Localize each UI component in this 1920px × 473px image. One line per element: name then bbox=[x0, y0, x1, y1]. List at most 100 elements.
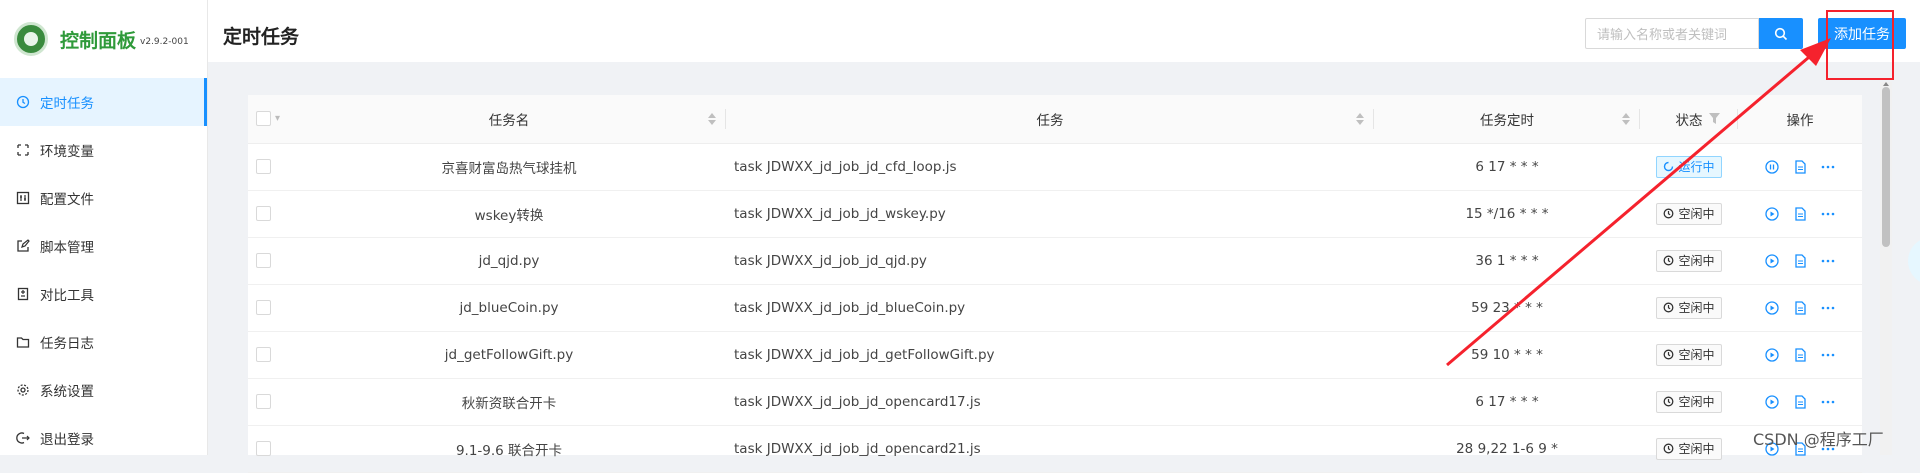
task-actions-cell bbox=[1738, 237, 1862, 285]
log-file-icon[interactable] bbox=[1792, 394, 1808, 410]
row-select-cell bbox=[248, 378, 292, 426]
task-status-cell: 运行中 bbox=[1640, 143, 1738, 191]
table-row[interactable]: jd_getFollowGift.py task JDWXX_jd_job_jd_… bbox=[248, 331, 1862, 379]
filter-icon[interactable] bbox=[1709, 113, 1720, 124]
logo: 控制面板 v2.9.2-001 bbox=[0, 0, 207, 78]
table-row[interactable]: 京喜财富岛热气球挂机 task JDWXX_jd_job_jd_cfd_loop.… bbox=[248, 143, 1862, 191]
log-file-icon[interactable] bbox=[1792, 206, 1808, 222]
clock-icon bbox=[1664, 208, 1674, 219]
task-status-cell: 空闲中 bbox=[1640, 425, 1738, 473]
log-file-icon[interactable] bbox=[1792, 159, 1808, 175]
log-file-icon[interactable] bbox=[1792, 347, 1808, 363]
table-row[interactable]: 9.1-9.6 联合开卡 task JDWXX_jd_job_jd_opencar… bbox=[248, 425, 1862, 473]
column-header-status: 状态 bbox=[1640, 95, 1738, 144]
clock-icon bbox=[16, 95, 30, 109]
search-icon bbox=[1774, 27, 1788, 40]
chevron-down-icon[interactable]: ▾ bbox=[275, 113, 280, 124]
more-icon[interactable] bbox=[1820, 206, 1836, 222]
stop-icon[interactable] bbox=[1764, 159, 1780, 175]
clock-icon bbox=[1664, 349, 1674, 360]
column-label: 任务名 bbox=[488, 112, 530, 129]
task-command: task JDWXX_jd_job_jd_qjd.py bbox=[726, 237, 1374, 285]
run-icon[interactable] bbox=[1764, 347, 1780, 363]
sidebar-item-label: 系统设置 bbox=[40, 384, 94, 400]
status-badge: 运行中 bbox=[1656, 155, 1722, 178]
status-badge: 空闲中 bbox=[1656, 296, 1722, 319]
more-icon[interactable] bbox=[1820, 159, 1836, 175]
sidebar-item-diff[interactable]: 对比工具 bbox=[0, 270, 207, 318]
row-checkbox[interactable] bbox=[256, 441, 271, 456]
task-command: task JDWXX_jd_job_jd_opencard17.js bbox=[726, 378, 1374, 426]
more-icon[interactable] bbox=[1820, 394, 1836, 410]
run-icon[interactable] bbox=[1764, 394, 1780, 410]
task-command: task JDWXX_jd_job_jd_getFollowGift.py bbox=[726, 331, 1374, 379]
row-checkbox[interactable] bbox=[256, 394, 271, 409]
sidebar-menu: 定时任务 环境变量 配置文件 脚本管理 对比工具 任务日志 系统设置 退出登录 bbox=[0, 78, 207, 462]
sidebar-item-label: 环境变量 bbox=[40, 144, 94, 160]
column-header-command[interactable]: 任务 bbox=[726, 95, 1374, 144]
column-header-name[interactable]: 任务名 bbox=[292, 95, 726, 144]
status-label: 空闲中 bbox=[1678, 348, 1715, 362]
sort-icon[interactable] bbox=[1356, 113, 1364, 125]
task-name: jd_getFollowGift.py bbox=[292, 331, 726, 379]
loading-icon bbox=[1664, 161, 1674, 172]
run-icon[interactable] bbox=[1764, 253, 1780, 269]
search-input[interactable]: 请输入名称或者关键词 bbox=[1585, 18, 1759, 49]
table-row[interactable]: wskey转换 task JDWXX_jd_job_jd_wskey.py 15 *… bbox=[248, 190, 1862, 238]
row-checkbox[interactable] bbox=[256, 253, 271, 268]
logout-icon bbox=[16, 431, 30, 445]
scroll-thumb[interactable] bbox=[1882, 87, 1890, 247]
table-row[interactable]: jd_qjd.py task JDWXX_jd_job_jd_qjd.py 36 1… bbox=[248, 237, 1862, 285]
row-checkbox[interactable] bbox=[256, 159, 271, 174]
sidebar-item-config[interactable]: 配置文件 bbox=[0, 174, 207, 222]
task-command: task JDWXX_jd_job_jd_cfd_loop.js bbox=[726, 143, 1374, 191]
task-command: task JDWXX_jd_job_jd_wskey.py bbox=[726, 190, 1374, 238]
sidebar-item-label: 定时任务 bbox=[40, 96, 94, 112]
sidebar-item-scripts[interactable]: 脚本管理 bbox=[0, 222, 207, 270]
sidebar-item-label: 脚本管理 bbox=[40, 240, 94, 256]
sort-icon[interactable] bbox=[1622, 113, 1630, 125]
task-status-cell: 空闲中 bbox=[1640, 237, 1738, 285]
task-schedule: 15 */16 * * * bbox=[1374, 190, 1640, 238]
row-select-cell bbox=[248, 143, 292, 191]
select-all-checkbox[interactable] bbox=[256, 111, 271, 127]
sidebar-item-settings[interactable]: 系统设置 bbox=[0, 366, 207, 414]
row-select-cell bbox=[248, 425, 292, 473]
scroll-up-arrow-icon[interactable] bbox=[1883, 82, 1889, 86]
row-checkbox[interactable] bbox=[256, 347, 271, 362]
run-icon[interactable] bbox=[1764, 300, 1780, 316]
sidebar-item-label: 配置文件 bbox=[40, 192, 94, 208]
table-row[interactable]: jd_blueCoin.py task JDWXX_jd_job_jd_blueC… bbox=[248, 284, 1862, 332]
sidebar-item-cron[interactable]: 定时任务 bbox=[0, 78, 207, 126]
task-status-cell: 空闲中 bbox=[1640, 378, 1738, 426]
log-file-icon[interactable] bbox=[1792, 253, 1808, 269]
app-title: 控制面板 bbox=[60, 29, 137, 52]
variable-icon bbox=[16, 143, 30, 157]
more-icon[interactable] bbox=[1820, 300, 1836, 316]
row-checkbox[interactable] bbox=[256, 300, 271, 315]
task-command: task JDWXX_jd_job_jd_opencard21.js bbox=[726, 425, 1374, 473]
vertical-scrollbar[interactable] bbox=[1880, 82, 1892, 455]
more-icon[interactable] bbox=[1820, 253, 1836, 269]
task-schedule: 6 17 * * * bbox=[1374, 378, 1640, 426]
column-header-schedule[interactable]: 任务定时 bbox=[1374, 95, 1640, 144]
run-icon[interactable] bbox=[1764, 206, 1780, 222]
log-file-icon[interactable] bbox=[1792, 300, 1808, 316]
floating-edge-button[interactable] bbox=[1908, 237, 1920, 285]
task-schedule: 28 9,22 1-6 9 * bbox=[1374, 425, 1640, 473]
sort-icon[interactable] bbox=[708, 113, 716, 125]
status-badge: 空闲中 bbox=[1656, 202, 1722, 225]
task-schedule: 59 23 * * * bbox=[1374, 284, 1640, 332]
status-badge: 空闲中 bbox=[1656, 249, 1722, 272]
table-header-row: ▾ 任务名 任务 任务定时 状态 操作 bbox=[248, 95, 1862, 144]
task-actions-cell bbox=[1738, 284, 1862, 332]
sidebar-item-logs[interactable]: 任务日志 bbox=[0, 318, 207, 366]
table-row[interactable]: 秋新资联合开卡 task JDWXX_jd_job_jd_opencard17.j… bbox=[248, 378, 1862, 426]
sidebar-item-env[interactable]: 环境变量 bbox=[0, 126, 207, 174]
task-actions-cell bbox=[1738, 143, 1862, 191]
search-button[interactable] bbox=[1759, 18, 1803, 49]
more-icon[interactable] bbox=[1820, 347, 1836, 363]
row-checkbox[interactable] bbox=[256, 206, 271, 221]
clock-icon bbox=[1664, 302, 1674, 313]
column-label: 任务定时 bbox=[1480, 112, 1534, 129]
